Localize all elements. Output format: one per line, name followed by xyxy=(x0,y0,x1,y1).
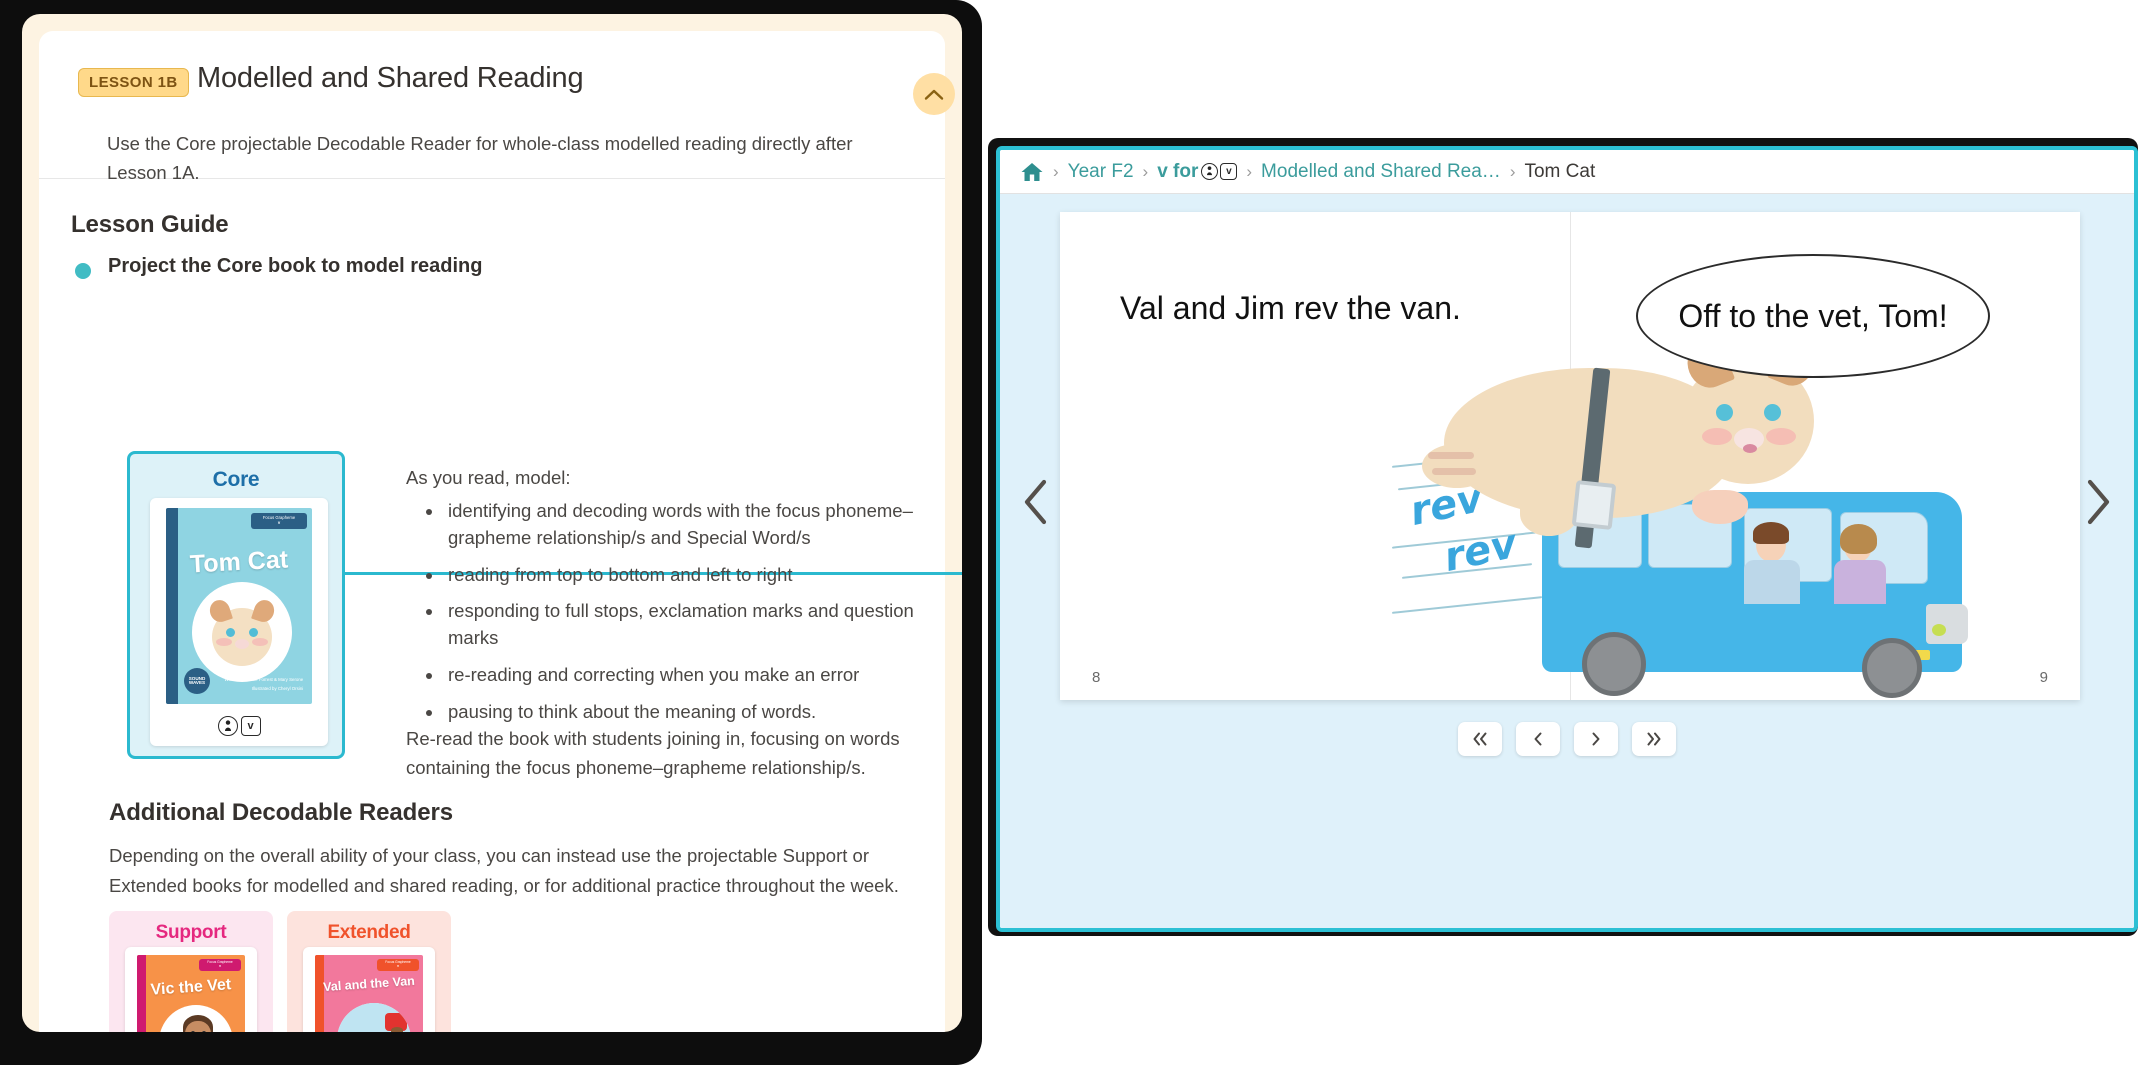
breadcrumb: › Year F2 › v for v › Modelled and Shared… xyxy=(1000,150,2134,194)
home-icon[interactable] xyxy=(1020,161,1044,183)
focus-tag-letter: v xyxy=(277,519,281,525)
collapse-section-button[interactable] xyxy=(913,73,955,115)
as-you-read-label: As you read, model: xyxy=(406,467,571,488)
chevron-right-icon xyxy=(1592,732,1600,746)
cover-spine xyxy=(166,508,178,704)
phoneme-icon xyxy=(1201,162,1219,180)
core-book-card[interactable]: Core Focus Grapheme v Tom Cat SOUND WAVE… xyxy=(127,451,345,759)
list-item: identifying and decoding words with the … xyxy=(444,498,916,552)
sound-waves-badge: SOUND WAVES xyxy=(184,668,210,694)
first-page-button[interactable] xyxy=(1458,722,1502,756)
additional-readers-heading: Additional Decodable Readers xyxy=(109,799,453,826)
reread-instruction: Re-read the book with students joining i… xyxy=(406,728,900,778)
chevrons-left-icon xyxy=(1473,732,1487,746)
focus-grapheme-tag: Focus Grapheme v xyxy=(377,959,419,971)
grapheme-icon: v xyxy=(1220,162,1238,180)
list-item: re-reading and correcting when you make … xyxy=(444,662,916,689)
support-cover-illustration xyxy=(159,1005,233,1032)
core-phoneme-grapheme-icons[interactable]: v xyxy=(150,716,328,736)
core-book-level-label: Core xyxy=(212,468,260,491)
support-book-level-label: Support xyxy=(155,922,227,943)
lesson-step-label: Project the Core book to model reading xyxy=(108,255,483,277)
support-book-frame: Focus Grapheme v Vic the Vet xyxy=(125,947,257,1032)
left-page-text: Val and Jim rev the van. xyxy=(1120,290,1461,326)
lesson-intro-text: Use the Core projectable Decodable Reade… xyxy=(107,133,853,184)
breadcrumb-item-lesson[interactable]: Modelled and Shared Rea… xyxy=(1261,161,1501,183)
core-cover-illustration xyxy=(192,582,292,682)
extended-cover-illustration xyxy=(337,1003,411,1032)
breadcrumb-item-current: Tom Cat xyxy=(1524,160,1596,182)
extended-book-title: Val and the Van xyxy=(322,973,416,995)
breadcrumb-separator: › xyxy=(1142,161,1149,181)
previous-page-button[interactable] xyxy=(1516,722,1560,756)
book-spread: Val and Jim rev the van. Off to the vet,… xyxy=(1060,212,2080,700)
breadcrumb-separator: › xyxy=(1246,161,1253,181)
reader-stage: Val and Jim rev the van. Off to the vet,… xyxy=(1000,194,2134,928)
core-book-title: Tom Cat xyxy=(189,545,289,579)
breadcrumb-item-year-f2[interactable]: Year F2 xyxy=(1068,161,1134,183)
grapheme-icon[interactable]: v xyxy=(240,716,261,736)
breadcrumb-unit-label: v for xyxy=(1157,160,1199,182)
list-item: pausing to think about the meaning of wo… xyxy=(444,699,916,726)
extended-book-frame: Focus Grapheme v Val and the Van xyxy=(303,947,435,1032)
lesson-panel-device-frame: LESSON 1B Modelled and Shared Reading Us… xyxy=(0,0,982,1065)
decodable-reader-window: › Year F2 › v for v › Modelled and Shared… xyxy=(996,146,2138,932)
core-illustrated-by: Illustrated by Cheryl Orsini xyxy=(251,686,304,691)
page-navigation-toolbar xyxy=(1000,722,2134,756)
chevron-left-icon xyxy=(1024,479,1047,525)
extended-book-card[interactable]: Extended Focus Grapheme v Val and the Va… xyxy=(287,911,451,1032)
focus-grapheme-tag: Focus Grapheme v xyxy=(251,513,307,529)
focus-tag-letter: v xyxy=(397,963,399,968)
right-page-number: 9 xyxy=(2039,669,2048,686)
chevron-up-icon xyxy=(924,89,944,100)
core-book-frame: Focus Grapheme v Tom Cat SOUND WAVES Wri… xyxy=(150,498,328,746)
chevron-left-icon xyxy=(1534,732,1542,746)
sound-effect-text-2: rev xyxy=(1440,520,1521,582)
lesson-panel-background: LESSON 1B Modelled and Shared Reading Us… xyxy=(22,14,962,1032)
chevrons-right-icon xyxy=(1647,732,1661,746)
chevron-right-icon xyxy=(2087,479,2110,525)
step-bullet-dot xyxy=(75,263,91,279)
core-written-by: Written by Nicole Forrest & Mary Serone xyxy=(224,677,304,682)
next-page-button[interactable] xyxy=(1574,722,1618,756)
support-book-card[interactable]: Support Focus Grapheme v Vic the Vet xyxy=(109,911,273,1032)
breadcrumb-separator: › xyxy=(1053,161,1059,181)
spread-illustration: rev rev xyxy=(1392,332,2082,700)
left-page-number: 8 xyxy=(1092,669,1101,686)
phoneme-icon[interactable] xyxy=(217,716,238,736)
step-instructions: As you read, model: identifying and deco… xyxy=(406,467,916,736)
model-points-list: identifying and decoding words with the … xyxy=(406,498,916,726)
extended-book-level-label: Extended xyxy=(327,922,411,943)
core-book-cover: Focus Grapheme v Tom Cat SOUND WAVES Wri… xyxy=(166,508,312,704)
lesson-card: LESSON 1B Modelled and Shared Reading Us… xyxy=(39,31,962,1032)
right-page-speech-text: Off to the vet, Tom! xyxy=(1678,297,1948,334)
list-item: reading from top to bottom and left to r… xyxy=(444,562,916,589)
support-book-cover: Focus Grapheme v Vic the Vet xyxy=(137,955,245,1032)
lesson-badge: LESSON 1B xyxy=(78,68,189,97)
extended-book-cover: Focus Grapheme v Val and the Van xyxy=(315,955,423,1032)
support-book-title: Vic the Vet xyxy=(150,976,232,999)
focus-tag-letter: v xyxy=(219,963,221,968)
previous-spread-button[interactable] xyxy=(1014,476,1060,528)
breadcrumb-item-unit[interactable]: v for v xyxy=(1157,160,1238,183)
breadcrumb-separator: › xyxy=(1509,161,1516,181)
focus-grapheme-tag: Focus Grapheme v xyxy=(199,959,241,971)
page-title: Modelled and Shared Reading xyxy=(197,62,584,94)
list-item: responding to full stops, exclamation ma… xyxy=(444,598,916,652)
last-page-button[interactable] xyxy=(1632,722,1676,756)
phoneme-grapheme-chip: v xyxy=(1201,162,1238,180)
lesson-guide-heading: Lesson Guide xyxy=(71,211,229,238)
speech-bubble: Off to the vet, Tom! xyxy=(1636,254,1990,378)
additional-readers-text: Depending on the overall ability of your… xyxy=(109,845,899,896)
lesson-header: LESSON 1B Modelled and Shared Reading Us… xyxy=(39,31,955,183)
